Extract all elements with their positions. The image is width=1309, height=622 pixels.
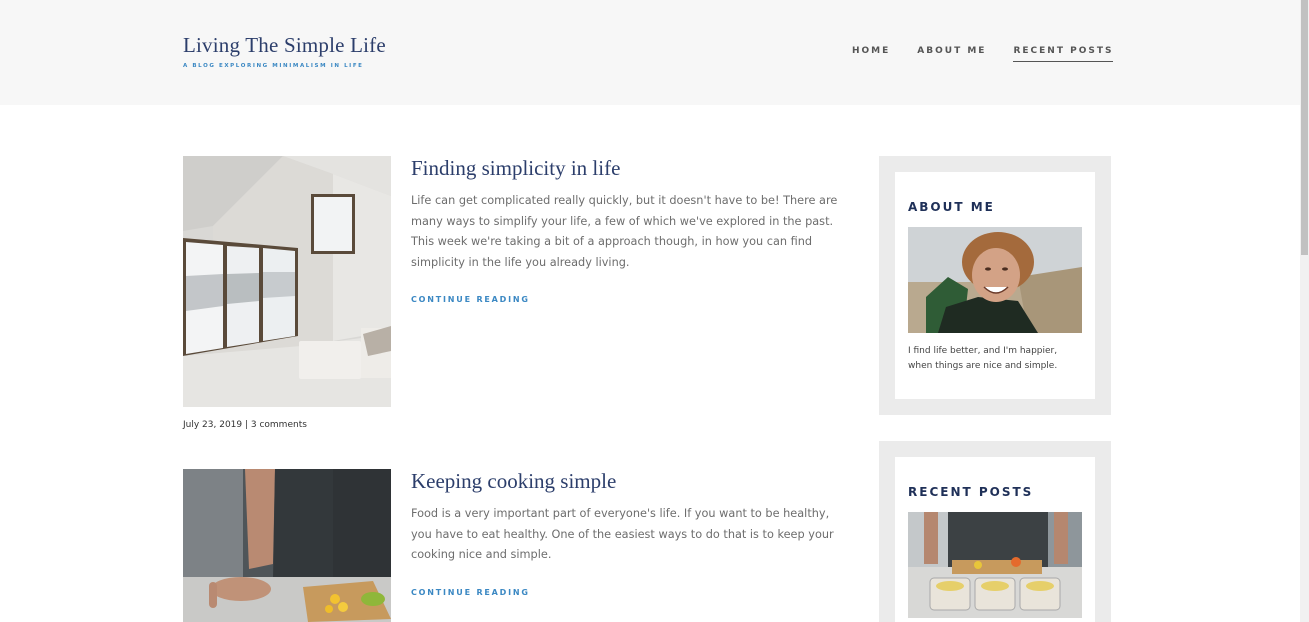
post-body: Keeping cooking simple Food is a very im…: [411, 469, 841, 600]
post-item: Finding simplicity in life Life can get …: [183, 156, 843, 446]
post-body: Finding simplicity in life Life can get …: [411, 156, 841, 307]
page-scrollbar[interactable]: [1300, 0, 1309, 622]
post-meta: July 23, 2019 | 3 comments: [183, 420, 307, 430]
brand[interactable]: Living The Simple Life A blog exploring …: [183, 33, 386, 69]
post-excerpt: Food is a very important part of everyon…: [411, 507, 834, 561]
continue-reading-link[interactable]: CONTINUE READING: [411, 588, 530, 597]
post-title[interactable]: Finding simplicity in life: [411, 156, 841, 181]
post-item: Keeping cooking simple Food is a very im…: [183, 469, 843, 622]
nav-about-me[interactable]: ABOUT ME: [917, 46, 986, 62]
widget-title: RECENT POSTS: [908, 485, 1034, 499]
about-me-text: I find life better, and I'm happier, whe…: [908, 346, 1058, 371]
post-title[interactable]: Keeping cooking simple: [411, 469, 841, 494]
scrollbar-thumb[interactable]: [1301, 0, 1308, 255]
site-header: Living The Simple Life A blog exploring …: [0, 0, 1300, 105]
widget-title: ABOUT ME: [908, 200, 995, 214]
continue-reading-link[interactable]: CONTINUE READING: [411, 295, 530, 304]
recent-posts-widget: RECENT POSTS: [879, 441, 1111, 622]
nav-recent-posts[interactable]: RECENT POSTS: [1013, 46, 1114, 62]
main-nav: HOME ABOUT ME RECENT POSTS: [852, 46, 1114, 62]
site-tagline: A blog exploring minimalism in life: [183, 63, 364, 69]
nav-home[interactable]: HOME: [852, 46, 890, 62]
portrait-photo-icon: [908, 227, 1082, 333]
recent-posts-card: RECENT POSTS: [895, 457, 1095, 622]
meal-prep-photo-icon[interactable]: [908, 512, 1082, 618]
site-title[interactable]: Living The Simple Life: [183, 33, 386, 58]
room-photo-icon[interactable]: [183, 156, 391, 407]
about-me-widget: ABOUT ME I find life better, and I'm hap…: [879, 156, 1111, 415]
cooking-photo-icon[interactable]: [183, 469, 391, 622]
post-excerpt: Life can get complicated really quickly,…: [411, 194, 838, 269]
about-me-card: ABOUT ME I find life better, and I'm hap…: [895, 172, 1095, 399]
